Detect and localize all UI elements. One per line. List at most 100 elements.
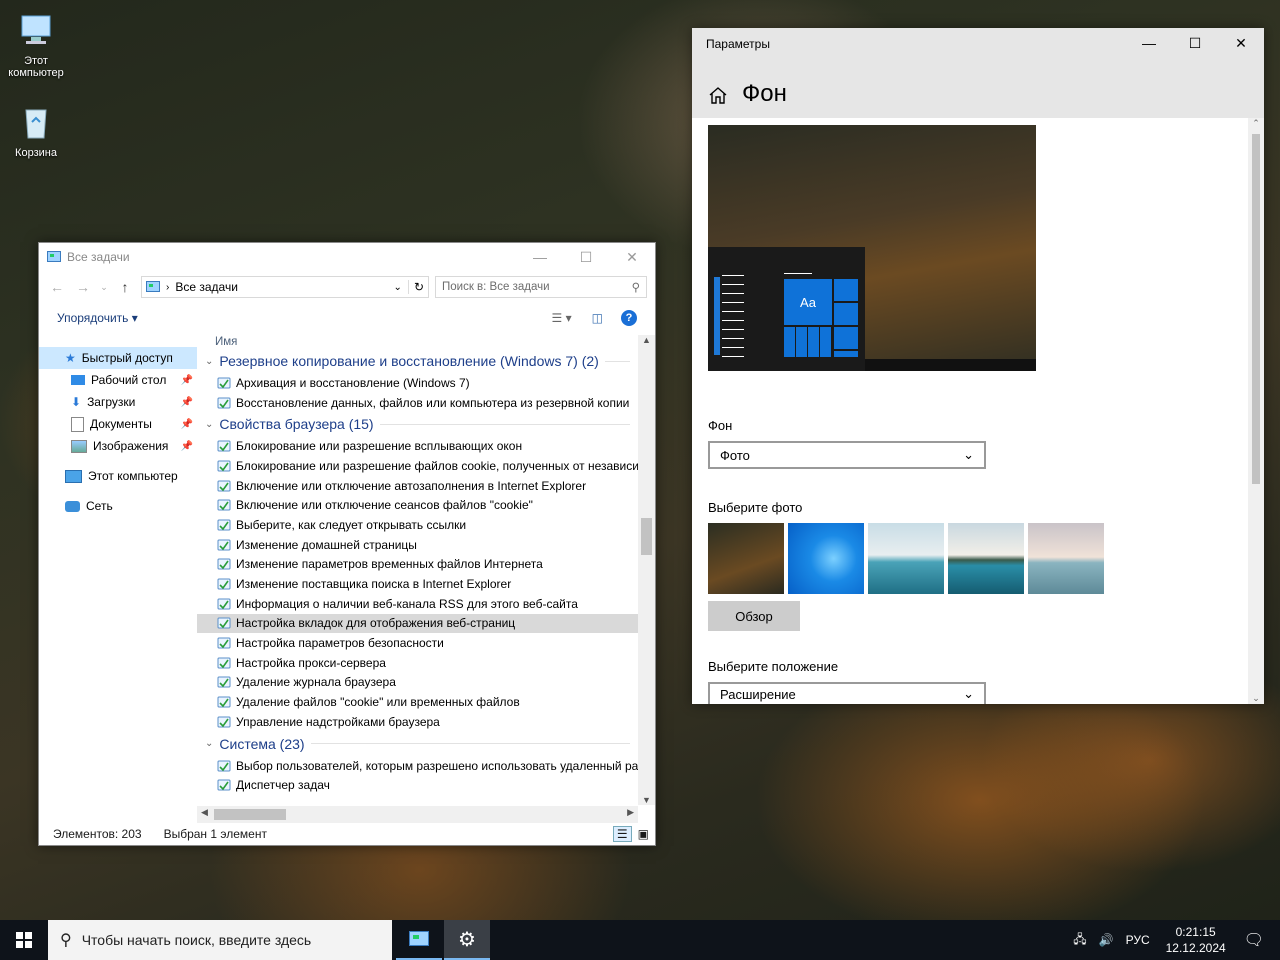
pictures-icon: [71, 439, 87, 453]
column-header-name[interactable]: Имя: [215, 336, 237, 348]
settings-scrollbar[interactable]: ⌃ ⌄: [1248, 118, 1264, 704]
details-view-icon[interactable]: ☰: [612, 826, 632, 842]
nav-item-documents[interactable]: Документы 📌: [39, 413, 197, 435]
refresh-icon[interactable]: ↻: [407, 280, 424, 294]
nav-item-pictures[interactable]: Изображения 📌: [39, 435, 197, 457]
close-button[interactable]: ✕: [609, 243, 655, 271]
search-input[interactable]: Поиск в: Все задачи ⚲: [435, 276, 647, 298]
photo-thumbnail-lake-3[interactable]: [1028, 523, 1104, 594]
list-item[interactable]: Настройка прокси-сервера: [197, 653, 638, 673]
list-item[interactable]: Удаление журнала браузера: [197, 673, 638, 693]
photo-thumbnail-windows[interactable]: [788, 523, 864, 594]
home-icon[interactable]: [708, 86, 728, 104]
background-type-value: Фото: [720, 447, 750, 463]
scroll-left-arrow-icon[interactable]: ◀: [201, 807, 208, 818]
horizontal-scroll-thumb[interactable]: [214, 809, 286, 820]
forward-button[interactable]: →: [73, 279, 93, 295]
scroll-down-arrow-icon[interactable]: ▼: [638, 795, 655, 805]
scroll-thumb[interactable]: [641, 518, 652, 555]
choose-position-label: Выберите положение: [708, 659, 839, 674]
close-button[interactable]: ✕: [1218, 28, 1264, 58]
address-bar[interactable]: › Все задачи ⌄ ↻: [141, 276, 429, 298]
group-title: Система (23): [219, 735, 305, 752]
group-header[interactable]: ⌄ Свойства браузера (15): [197, 412, 638, 436]
nav-item-downloads[interactable]: ⬇ Загрузки 📌: [39, 391, 197, 413]
scroll-thumb[interactable]: [1252, 134, 1260, 484]
photo-thumbnail-lake-2[interactable]: [948, 523, 1024, 594]
nav-item-this-pc[interactable]: Этот компьютер: [39, 465, 197, 487]
nav-item-desktop[interactable]: Рабочий стол 📌: [39, 369, 197, 391]
group-header[interactable]: ⌄ Резервное копирование и восстановление …: [197, 349, 638, 373]
minimize-button[interactable]: —: [1126, 28, 1172, 58]
organize-button[interactable]: Упорядочить ▾: [57, 311, 138, 325]
explorer-window[interactable]: Все задачи — ☐ ✕ ← → ⌄ ↑ › Все задачи ⌄ …: [38, 242, 656, 846]
list-item[interactable]: Включение или отключение сеансов файлов …: [197, 495, 638, 515]
explorer-titlebar[interactable]: Все задачи — ☐ ✕: [39, 243, 655, 271]
notification-center-icon[interactable]: 🗨: [1244, 930, 1264, 950]
minimize-button[interactable]: —: [517, 243, 563, 271]
volume-icon[interactable]: 🔊: [1099, 933, 1114, 947]
list-item[interactable]: Изменение домашней страницы: [197, 535, 638, 555]
task-icon: [217, 376, 231, 390]
scroll-right-arrow-icon[interactable]: ▶: [627, 807, 634, 818]
help-icon[interactable]: ?: [621, 310, 637, 326]
address-dropdown-icon[interactable]: ⌄: [394, 282, 402, 293]
list-item[interactable]: Управление надстройками браузера: [197, 712, 638, 732]
up-button[interactable]: ↑: [115, 279, 135, 295]
vertical-scrollbar[interactable]: ▲ ▼: [638, 335, 655, 805]
group-title: Резервное копирование и восстановление (…: [219, 353, 599, 369]
list-item[interactable]: Удаление файлов "cookie" или временных ф…: [197, 692, 638, 712]
star-icon: ★: [65, 351, 76, 365]
background-type-dropdown[interactable]: Фото ⌄: [708, 441, 986, 469]
settings-window[interactable]: Параметры — ☐ ✕ Фон Aa Фон Фото ⌄ Выбери…: [692, 28, 1264, 704]
list-item[interactable]: Восстановление данных, файлов или компью…: [197, 393, 638, 413]
list-item[interactable]: Настройка вкладок для отображения веб-ст…: [197, 613, 638, 634]
scroll-up-arrow-icon[interactable]: ⌃: [1248, 118, 1264, 129]
taskbar-search-box[interactable]: ⚲ Чтобы начать поиск, введите здесь: [48, 920, 392, 960]
preview-pane-icon[interactable]: ◫: [592, 311, 603, 325]
nav-item-network[interactable]: Сеть: [39, 495, 197, 517]
pin-icon: 📌: [180, 374, 193, 386]
taskbar-app-control-panel[interactable]: [396, 920, 442, 960]
task-icon: [217, 695, 231, 709]
network-icon[interactable]: 🖧: [1073, 930, 1086, 951]
list-item[interactable]: Включение или отключение автозаполнения …: [197, 476, 638, 496]
recent-locations-chevron-icon[interactable]: ⌄: [99, 282, 109, 293]
list-item[interactable]: Блокирование или разрешение всплывающих …: [197, 436, 638, 456]
photo-thumbnail-lake-1[interactable]: [868, 523, 944, 594]
taskbar-app-settings[interactable]: ⚙: [444, 920, 490, 960]
browse-button[interactable]: Обзор: [708, 601, 800, 631]
maximize-button[interactable]: ☐: [1172, 28, 1218, 58]
desktop-folder-icon: [71, 375, 85, 385]
list-item[interactable]: Изменение поставщика поиска в Internet E…: [197, 574, 638, 594]
view-options-icon[interactable]: ☰ ▾: [552, 311, 572, 325]
list-item[interactable]: Изменение параметров временных файлов Ин…: [197, 555, 638, 575]
task-icon: [217, 439, 231, 453]
list-item[interactable]: Архивация и восстановление (Windows 7): [197, 373, 638, 393]
network-icon: [65, 500, 80, 512]
language-indicator[interactable]: РУС: [1126, 933, 1150, 947]
task-icon: [217, 498, 231, 512]
list-item[interactable]: Настройка параметров безопасности: [197, 633, 638, 653]
photo-thumbnail-forest[interactable]: [708, 523, 784, 594]
horizontal-scrollbar[interactable]: ◀ ▶: [197, 806, 638, 823]
list-item[interactable]: Выберите, как следует открывать ссылки: [197, 515, 638, 535]
scroll-down-arrow-icon[interactable]: ⌄: [1248, 693, 1264, 704]
list-item[interactable]: Диспетчер задач: [197, 775, 638, 795]
clock[interactable]: 0:21:15 12.12.2024: [1166, 924, 1226, 956]
chevron-down-icon: ⌄: [205, 355, 214, 367]
desktop-icon-recycle-bin[interactable]: Корзина: [0, 102, 72, 159]
scroll-up-arrow-icon[interactable]: ▲: [638, 335, 655, 345]
back-button[interactable]: ←: [47, 279, 67, 295]
list-item[interactable]: Информация о наличии веб-канала RSS для …: [197, 594, 638, 614]
list-item-label: Блокирование или разрешение всплывающих …: [236, 439, 523, 454]
maximize-button[interactable]: ☐: [563, 243, 609, 271]
nav-item-quick-access[interactable]: ★ Быстрый доступ: [39, 347, 197, 369]
position-dropdown[interactable]: Расширение ⌄: [708, 682, 986, 704]
list-item[interactable]: Выбор пользователей, которым разрешено и…: [197, 756, 638, 776]
large-icons-view-icon[interactable]: ▣: [638, 827, 649, 841]
desktop-icon-this-pc[interactable]: Этот компьютер: [0, 10, 72, 79]
group-header[interactable]: ⌄ Система (23): [197, 732, 638, 756]
start-button[interactable]: [0, 920, 48, 960]
list-item[interactable]: Блокирование или разрешение файлов cooki…: [197, 456, 639, 476]
